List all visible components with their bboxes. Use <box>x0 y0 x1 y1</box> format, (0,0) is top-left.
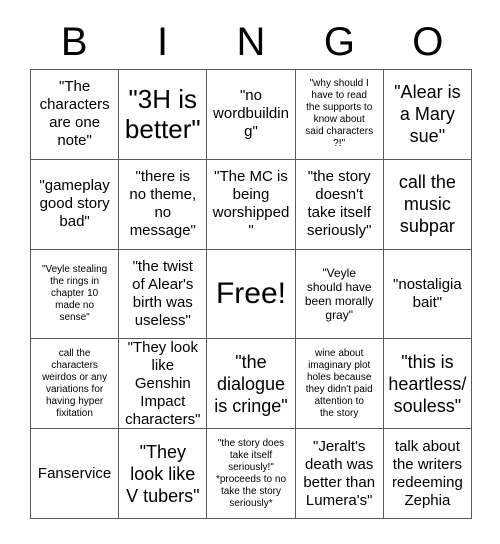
header-letter-b: B <box>60 20 88 64</box>
header-letter-i: I <box>157 20 169 64</box>
bingo-cell-text: wine about imaginary plot holes because … <box>305 347 373 419</box>
bingo-cell-text: "They look like V tubers" <box>126 441 200 506</box>
bingo-cell-text: "the dialogue is cringe" <box>214 351 288 416</box>
bingo-cell[interactable]: talk about the writers redeeming Zephia <box>383 429 472 519</box>
bingo-cell-text: "Jeralt's death was better than Lumera's… <box>303 437 376 509</box>
bingo-cell-text: Fanservice <box>37 464 112 482</box>
bingo-cell[interactable]: "They look like V tubers" <box>119 429 208 519</box>
bingo-cell[interactable]: "Veyle stealing the rings in chapter 10 … <box>31 249 120 340</box>
header-letter-o: O <box>412 20 444 64</box>
bingo-cell[interactable]: "why should I have to read the supports … <box>295 70 384 160</box>
bingo-cell-text: "there is no theme, no message" <box>129 168 197 240</box>
bingo-cell[interactable]: "The characters are one note" <box>31 70 120 160</box>
header-letter-n: N <box>236 20 266 64</box>
bingo-cell-text: call the music subpar <box>398 172 456 237</box>
bingo-cell[interactable]: "the twist of Alear's birth was useless" <box>119 249 208 340</box>
bingo-cell-text: "the story doesn't take itself seriously… <box>306 168 372 240</box>
bingo-cell-text: "the twist of Alear's birth was useless" <box>132 257 194 329</box>
bingo-cell-text: "Alear is a Mary sue" <box>394 82 461 147</box>
header-letter-g: G <box>323 20 355 64</box>
bingo-cell[interactable]: call the music subpar <box>383 159 472 250</box>
bingo-cell-text: Free! <box>215 276 286 310</box>
bingo-cell-free[interactable]: Free! <box>207 249 296 340</box>
bingo-cell[interactable]: "the dialogue is cringe" <box>207 339 296 430</box>
bingo-cell-text: "Veyle stealing the rings in chapter 10 … <box>41 263 108 323</box>
bingo-cell-text: "They look like Genshin Impact character… <box>125 339 201 428</box>
bingo-cell-text: "why should I have to read the supports … <box>305 78 374 150</box>
bingo-cell-text: "3H is better" <box>124 84 201 145</box>
bingo-cell[interactable]: "The MC is being worshipped" <box>207 159 296 250</box>
bingo-cell[interactable]: "gameplay good story bad" <box>31 159 120 250</box>
bingo-header: B I N G O <box>30 16 472 68</box>
bingo-cell-text: "gameplay good story bad" <box>39 177 110 231</box>
bingo-cell[interactable]: wine about imaginary plot holes because … <box>295 339 384 430</box>
bingo-cell[interactable]: "this is heartless/ souless" <box>383 339 472 430</box>
bingo-cell[interactable]: "the story doesn't take itself seriously… <box>295 159 384 250</box>
bingo-cell[interactable]: "They look like Genshin Impact character… <box>119 339 208 430</box>
bingo-cell[interactable]: "Veyle should have been morally gray" <box>295 249 384 340</box>
bingo-cell-text: "this is heartless/ souless" <box>388 351 467 416</box>
bingo-cell-text: "no wordbuilding" <box>213 87 289 141</box>
bingo-cell[interactable]: "3H is better" <box>119 70 208 160</box>
bingo-cell-text: "The characters are one note" <box>39 78 110 150</box>
bingo-cell[interactable]: call the characters weirdos or any varia… <box>31 339 120 430</box>
bingo-cell[interactable]: "nostaligia bait" <box>383 249 472 340</box>
bingo-cell-text: "the story does take itself seriously!" … <box>215 437 287 509</box>
bingo-cell-text: "nostaligia bait" <box>393 275 462 311</box>
bingo-cell[interactable]: "there is no theme, no message" <box>119 159 208 250</box>
bingo-cell[interactable]: "the story does take itself seriously!" … <box>207 429 296 519</box>
bingo-cell-text: "The MC is being worshipped" <box>212 168 290 240</box>
bingo-cell[interactable]: Fanservice <box>31 429 120 519</box>
bingo-cell[interactable]: "Alear is a Mary sue" <box>383 70 472 160</box>
bingo-cell-text: call the characters weirdos or any varia… <box>42 347 108 419</box>
bingo-cell[interactable]: "Jeralt's death was better than Lumera's… <box>295 429 384 519</box>
bingo-card: B I N G O "The characters are one note" "… <box>0 0 500 544</box>
bingo-cell-text: talk about the writers redeeming Zephia <box>391 437 463 509</box>
bingo-grid: "The characters are one note" "3H is bett… <box>30 69 472 519</box>
bingo-cell[interactable]: "no wordbuilding" <box>207 70 296 160</box>
bingo-cell-text: "Veyle should have been morally gray" <box>304 265 374 322</box>
